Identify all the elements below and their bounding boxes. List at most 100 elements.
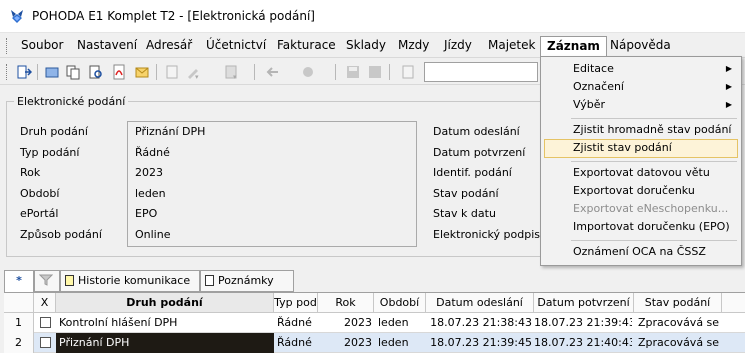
menu-mzdy[interactable]: Mzdy bbox=[398, 38, 429, 52]
note-page-icon bbox=[65, 275, 74, 286]
grid-header-typ[interactable]: Typ pod bbox=[274, 293, 318, 313]
submenu-arrow-icon: ▶ bbox=[725, 82, 732, 91]
cell-rok: 2023 bbox=[344, 316, 372, 329]
cell-datum-potvrzeni: 18.07.23 21:39:43 bbox=[534, 316, 632, 329]
label-druh-podani: Druh podání bbox=[20, 125, 88, 138]
email-icon[interactable] bbox=[134, 64, 150, 80]
group-title: Elektronické podání bbox=[14, 95, 129, 108]
menu-item-editace[interactable]: Editace ▶ bbox=[544, 60, 738, 79]
menu-item-import-dorucenka[interactable]: Importovat doručenku (EPO) bbox=[544, 218, 738, 237]
title-bar: POHODA E1 Komplet T2 - [Elektronická pod… bbox=[0, 0, 745, 33]
label-stav-podani: Stav podání bbox=[433, 187, 499, 200]
pdf-icon[interactable] bbox=[111, 64, 127, 80]
label-rok: Rok bbox=[20, 166, 41, 179]
menu-sklady[interactable]: Sklady bbox=[346, 38, 386, 52]
action-icon[interactable] bbox=[300, 64, 316, 80]
menu-item-zjistit-stav[interactable]: Zjistit stav podání bbox=[544, 139, 738, 158]
cell-obdobi: leden bbox=[378, 316, 409, 329]
grid-header-stav-podani[interactable]: Stav podání bbox=[634, 293, 722, 313]
print-preview-icon[interactable] bbox=[88, 64, 104, 80]
menu-item-zjistit-hromadne[interactable]: Zjistit hromadně stav podání bbox=[544, 121, 738, 140]
value-typ-podani: Řádné bbox=[135, 146, 170, 159]
label-datum-odeslani: Datum odeslání bbox=[433, 125, 520, 138]
menu-item-vyber[interactable]: Výběr ▶ bbox=[544, 96, 738, 115]
tab-historie-komunikace[interactable]: Historie komunikace bbox=[60, 270, 200, 292]
toolbar-grip bbox=[6, 64, 8, 80]
grid-header-rok[interactable]: Rok bbox=[318, 293, 374, 313]
menu-fakturace[interactable]: Fakturace bbox=[277, 38, 336, 52]
submenu-arrow-icon: ▶ bbox=[725, 64, 732, 73]
grid-header-filler bbox=[722, 293, 745, 313]
grid-header-datum-odeslani[interactable]: Datum odeslání bbox=[426, 293, 534, 313]
cell-stav-podani: Zpracovává se bbox=[638, 336, 720, 349]
menu-separator bbox=[571, 161, 737, 162]
menu-item-export-eneschopenka[interactable]: Exportovat eNeschopenku... bbox=[544, 200, 738, 219]
menu-item-oznaceni[interactable]: Označení ▶ bbox=[544, 78, 738, 97]
grid-header-x[interactable]: X bbox=[34, 293, 56, 313]
back-arrow-icon[interactable] bbox=[264, 64, 280, 80]
toolbar-separator bbox=[37, 64, 38, 80]
label-typ-podani: Typ podání bbox=[20, 146, 80, 159]
value-eportal: EPO bbox=[135, 207, 158, 220]
tab-poznamky[interactable]: Poznámky bbox=[200, 270, 294, 292]
save-icon[interactable] bbox=[345, 64, 361, 80]
cell-druh-podani: Přiznání DPH bbox=[56, 333, 274, 353]
label-elektronicky-podpis: Elektronický podpis bbox=[433, 228, 540, 241]
label-eportal: ePortál bbox=[20, 207, 59, 220]
calculator-icon[interactable]: ▾ bbox=[223, 64, 239, 80]
svg-text:▾: ▾ bbox=[233, 73, 237, 80]
save-all-icon[interactable] bbox=[367, 64, 383, 80]
value-rok: 2023 bbox=[135, 166, 163, 179]
cell-typ: Řádné bbox=[277, 316, 312, 329]
note-page-icon bbox=[205, 275, 214, 286]
podani-grid: X Druh podání Typ pod Rok Období Datum o… bbox=[4, 292, 745, 353]
menu-jizdy[interactable]: Jízdy bbox=[444, 38, 472, 52]
grid-header-datum-potvrzeni[interactable]: Datum potvrzení bbox=[534, 293, 634, 313]
value-druh-podani: Přiznání DPH bbox=[135, 125, 206, 138]
cell-druh-podani: Kontrolní hlášení DPH bbox=[59, 316, 178, 329]
exit-icon[interactable] bbox=[16, 64, 32, 80]
copy-icon[interactable] bbox=[65, 64, 81, 80]
menu-item-label: Výběr bbox=[573, 98, 606, 111]
new-record-icon[interactable] bbox=[164, 64, 180, 80]
filter-icon bbox=[38, 274, 54, 286]
open-icon[interactable] bbox=[44, 64, 60, 80]
cell-datum-odeslani: 18.07.23 21:38:43 bbox=[430, 316, 532, 329]
note-icon[interactable] bbox=[398, 62, 420, 82]
menu-item-export-datova-veta[interactable]: Exportovat datovou větu bbox=[544, 164, 738, 183]
window-title: POHODA E1 Komplet T2 - [Elektronická pod… bbox=[32, 9, 315, 23]
menu-soubor[interactable]: Soubor bbox=[21, 38, 63, 52]
cell-rok: 2023 bbox=[344, 336, 372, 349]
grid-header-obdobi[interactable]: Období bbox=[374, 293, 426, 313]
svg-text:▾: ▾ bbox=[195, 73, 199, 80]
tab-filter[interactable] bbox=[34, 270, 60, 292]
row-checkbox[interactable] bbox=[40, 317, 51, 328]
toolbar-separator bbox=[335, 64, 336, 80]
table-row[interactable]: 1 Kontrolní hlášení DPH Řádné 2023 leden… bbox=[4, 313, 745, 333]
menu-adresar[interactable]: Adresář bbox=[146, 38, 192, 52]
value-obdobi: leden bbox=[135, 187, 166, 200]
menu-napoveda[interactable]: Nápověda bbox=[610, 38, 671, 52]
row-number: 1 bbox=[4, 313, 34, 333]
menu-nastaveni[interactable]: Nastavení bbox=[77, 38, 137, 52]
grid-header-rownum bbox=[4, 293, 34, 313]
menu-majetek[interactable]: Majetek bbox=[488, 38, 535, 52]
tab-all[interactable]: * bbox=[4, 270, 34, 292]
cell-obdobi: leden bbox=[378, 336, 409, 349]
tab-strip: * Historie komunikace Poznámky bbox=[4, 270, 745, 292]
menu-zaznam[interactable]: Záznam bbox=[540, 36, 607, 57]
menu-item-export-dorucenka[interactable]: Exportovat doručenku bbox=[544, 182, 738, 201]
cell-datum-potvrzeni: 18.07.23 21:40:43 bbox=[534, 336, 632, 349]
grid-header-druh-podani[interactable]: Druh podání bbox=[56, 293, 274, 313]
menu-item-oznameni-oca[interactable]: Oznámení OCA na ČSSZ bbox=[544, 243, 738, 262]
toolbar-separator bbox=[254, 64, 255, 80]
quick-search-input[interactable] bbox=[424, 62, 538, 82]
menu-item-label: Označení bbox=[573, 80, 624, 93]
menu-ucetnictvi[interactable]: Účetnictví bbox=[206, 38, 266, 52]
tab-historie-label: Historie komunikace bbox=[78, 274, 191, 287]
table-row[interactable]: 2 Přiznání DPH Řádné 2023 leden 18.07.23… bbox=[4, 333, 745, 353]
cell-datum-odeslani: 18.07.23 21:39:45 bbox=[430, 336, 532, 349]
label-datum-potvrzeni: Datum potvrzení bbox=[433, 146, 526, 159]
row-checkbox[interactable] bbox=[40, 337, 51, 348]
edit-icon[interactable]: ▾ bbox=[185, 64, 201, 80]
